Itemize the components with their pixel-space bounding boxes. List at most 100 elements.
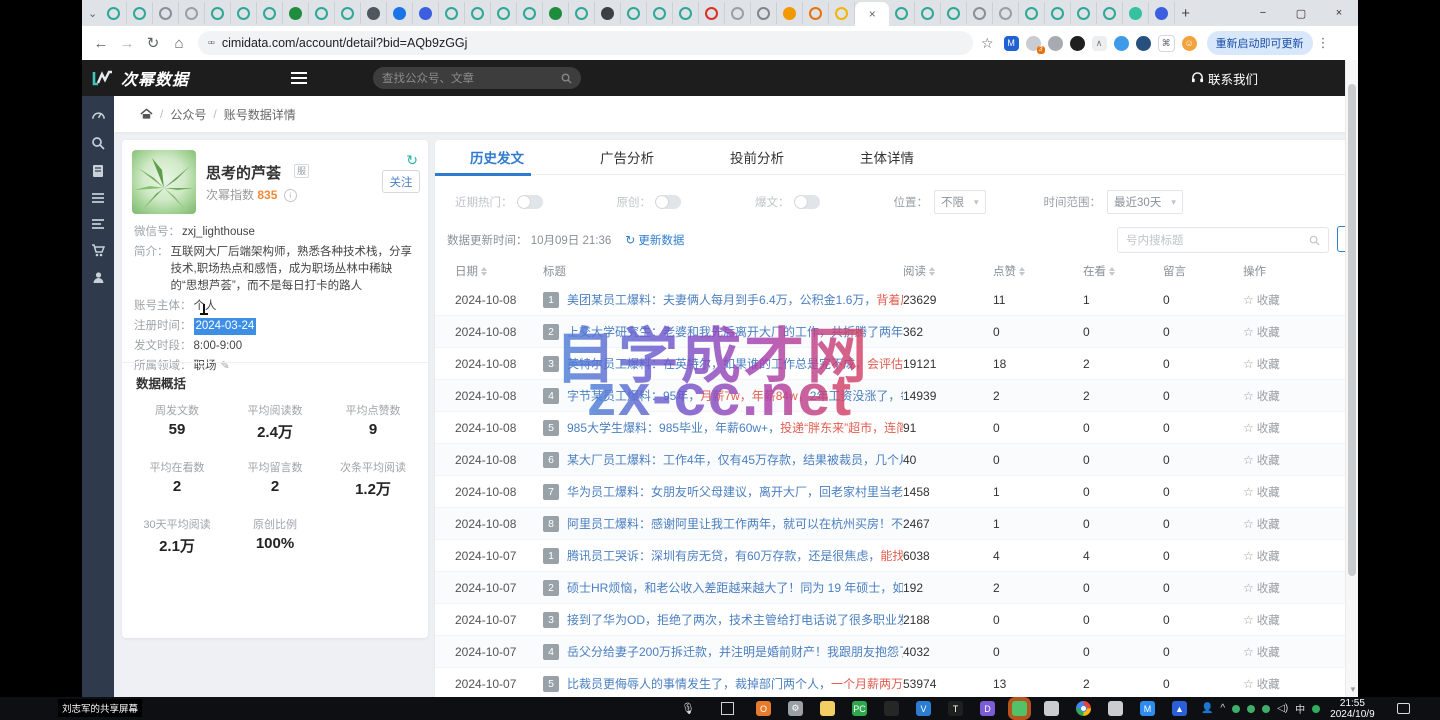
favorite-button[interactable]: ☆收藏: [1243, 292, 1350, 308]
sort-icon[interactable]: [481, 267, 487, 276]
reload-icon[interactable]: ↻: [140, 34, 166, 52]
browser-tab[interactable]: [413, 2, 439, 24]
task-view-icon[interactable]: [721, 702, 734, 715]
new-tab-button[interactable]: +: [1181, 5, 1190, 22]
extension-gray-icon[interactable]: [1048, 36, 1063, 51]
article-title-link[interactable]: 比裁员更侮辱人的事情发生了，裁掉部门两个人，: [567, 675, 831, 692]
favorite-button[interactable]: ☆收藏: [1243, 420, 1350, 436]
browser-tab[interactable]: [621, 2, 647, 24]
tray-chevron-icon[interactable]: ^: [1220, 703, 1225, 714]
browser-tab[interactable]: [439, 2, 465, 24]
article-title-link[interactable]: 985大学生爆料：985毕业，年薪60w+，: [567, 419, 780, 436]
input-method-indicator[interactable]: 中: [1295, 701, 1305, 716]
browser-tab[interactable]: [101, 2, 127, 24]
follow-button[interactable]: 关注: [382, 170, 420, 193]
panel-tab-投前分析[interactable]: 投前分析: [730, 147, 784, 167]
article-title-link[interactable]: 岳父分给妻子200万拆迁款，并注明是婚前财产！我跟朋友抱怨了几句，结果...: [567, 643, 903, 660]
browser-tab[interactable]: [595, 2, 621, 24]
microphone-icon[interactable]: 🎙: [681, 702, 695, 715]
search-icon[interactable]: [91, 136, 105, 150]
browser-tab[interactable]: [517, 2, 543, 24]
browser-tab[interactable]: [803, 2, 829, 24]
tray-app-icon[interactable]: [1247, 705, 1255, 713]
article-title-link[interactable]: 2年工资没涨了，每天都感觉好...: [810, 387, 903, 404]
column-header[interactable]: 阅读: [903, 263, 993, 279]
favorite-button[interactable]: ☆收藏: [1243, 388, 1350, 404]
taskbar-app-icon[interactable]: [1108, 701, 1123, 716]
article-title-link[interactable]: 上交大学研究生：老婆和我先后离开大厂的工作，共折腾了两年，如...: [567, 323, 903, 340]
taskbar-app-icon[interactable]: PC: [852, 701, 867, 716]
document-icon[interactable]: [92, 164, 104, 178]
browser-tab[interactable]: [387, 2, 413, 24]
browser-tab[interactable]: [1045, 2, 1071, 24]
article-title-link[interactable]: 华为员工爆料：女朋友听父母建议，离开大厂，回老家村里当老师，: [567, 483, 903, 500]
article-title-link[interactable]: 某大厂员工爆料：工作4年，仅有45万存款，结果被裁员，几个月都找不到工...: [567, 451, 903, 468]
breadcrumb-item[interactable]: 账号数据详情: [224, 106, 296, 123]
list-icon[interactable]: [91, 192, 105, 204]
browser-tab[interactable]: [777, 2, 803, 24]
sort-icon[interactable]: [1109, 267, 1115, 276]
favorite-button[interactable]: ☆收藏: [1243, 644, 1350, 660]
article-title-link[interactable]: 一个月薪两万，一个月薪三...: [831, 675, 903, 692]
title-search-input[interactable]: 号内搜标题: [1117, 227, 1329, 253]
select-dropdown[interactable]: 最近30天▾: [1107, 190, 1183, 214]
close-button[interactable]: ×: [1320, 7, 1358, 19]
cimi-logo-icon[interactable]: 次幂数据: [92, 66, 189, 90]
browser-tab[interactable]: [257, 2, 283, 24]
panel-tab-主体详情[interactable]: 主体详情: [860, 147, 914, 167]
browser-tab[interactable]: [205, 2, 231, 24]
info-icon[interactable]: i: [284, 189, 297, 202]
article-title-link[interactable]: 背着房贷，工作累...: [876, 291, 903, 308]
toggle-switch[interactable]: [517, 195, 543, 209]
column-header[interactable]: 日期: [455, 263, 543, 279]
browser-tab[interactable]: [889, 2, 915, 24]
select-dropdown[interactable]: 不限▾: [934, 190, 986, 214]
browser-tab[interactable]: [725, 2, 751, 24]
taskbar-app-icon[interactable]: [884, 701, 899, 716]
taskbar-app-icon[interactable]: ▲: [1172, 701, 1187, 716]
browser-tab[interactable]: [915, 2, 941, 24]
browser-menu-icon[interactable]: ⋮: [1317, 35, 1330, 51]
extensions-puzzle-icon[interactable]: ⌘: [1158, 35, 1175, 52]
extension-clock-icon[interactable]: [1136, 36, 1151, 51]
favorite-button[interactable]: ☆收藏: [1243, 516, 1350, 532]
browser-tab[interactable]: [127, 2, 153, 24]
address-bar[interactable]: ▫▫ cimidata.com/account/detail?bid=AQb9z…: [198, 31, 973, 55]
taskbar-app-icon[interactable]: V: [916, 701, 931, 716]
browser-tab[interactable]: [1071, 2, 1097, 24]
browser-tab[interactable]: [309, 2, 335, 24]
browser-tab[interactable]: [361, 2, 387, 24]
taskbar-app-icon[interactable]: O: [756, 701, 771, 716]
column-header[interactable]: 点赞: [993, 263, 1083, 279]
browser-tab[interactable]: [1097, 2, 1123, 24]
column-header[interactable]: 在看: [1083, 263, 1163, 279]
browser-tab[interactable]: [543, 2, 569, 24]
tray-app-icon[interactable]: [1232, 705, 1240, 713]
shield-icon[interactable]: [1312, 705, 1320, 713]
article-title-link[interactable]: 能找到30w的安稳...: [880, 547, 903, 564]
article-title-link[interactable]: 硕士HR烦恼，和老公收入差距越来越大了！同为 19 年硕士，如今我税前 20 .…: [567, 579, 903, 596]
people-icon[interactable]: 👤: [1201, 703, 1213, 714]
browser-tab[interactable]: [829, 2, 855, 24]
browser-tab[interactable]: [153, 2, 179, 24]
browser-tab[interactable]: [231, 2, 257, 24]
refresh-icon[interactable]: ↻: [406, 152, 418, 169]
article-title-link[interactable]: 月薪7w，年薪84w，: [700, 387, 809, 404]
minimize-button[interactable]: −: [1244, 7, 1282, 19]
user-icon[interactable]: [92, 271, 105, 284]
tray-app-icon[interactable]: [1262, 705, 1270, 713]
browser-tab-active[interactable]: ×: [855, 2, 889, 26]
menu-toggle-icon[interactable]: [291, 72, 307, 84]
toggle-switch[interactable]: [794, 195, 820, 209]
taskbar-app-icon[interactable]: ⚙: [788, 701, 803, 716]
refresh-data-link[interactable]: ↻ 更新数据: [625, 232, 684, 248]
volume-icon[interactable]: ◁): [1277, 703, 1288, 714]
browser-tab[interactable]: [751, 2, 777, 24]
back-icon[interactable]: ←: [88, 35, 114, 52]
article-title-link[interactable]: 英特尔员工爆料：在英特尔，如果谁的工作总是完不成，: [567, 355, 867, 372]
taskbar-app-icon[interactable]: [1044, 701, 1059, 716]
browser-tab[interactable]: [283, 2, 309, 24]
edit-icon[interactable]: ✎: [221, 358, 230, 375]
favorite-button[interactable]: ☆收藏: [1243, 580, 1350, 596]
favorite-button[interactable]: ☆收藏: [1243, 484, 1350, 500]
